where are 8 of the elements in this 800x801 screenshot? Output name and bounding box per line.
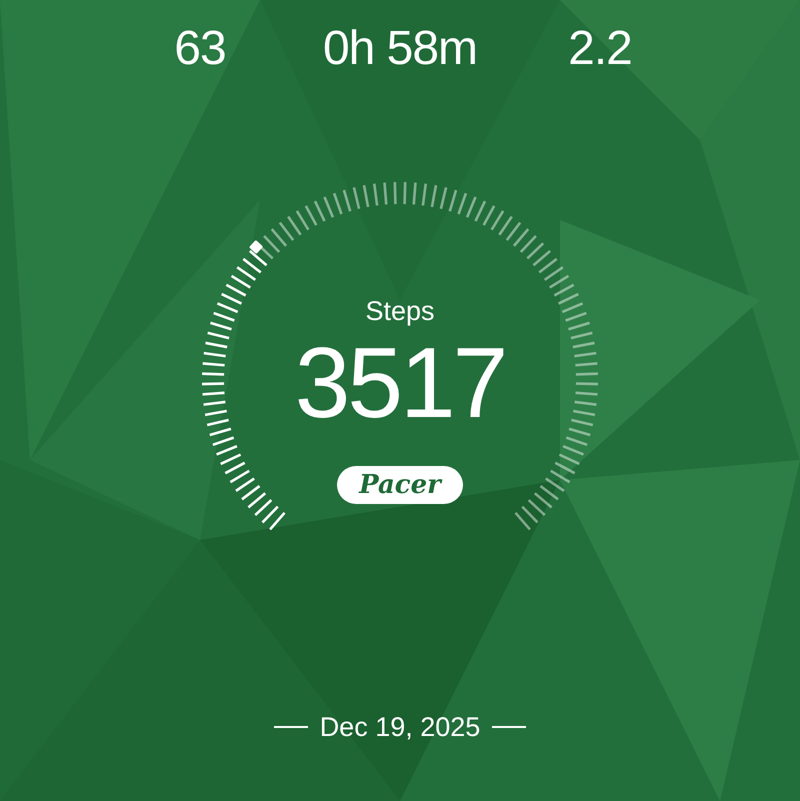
progress-marker — [248, 240, 264, 254]
steps-label: Steps — [365, 295, 435, 328]
stat-value: 63 — [174, 21, 226, 77]
steps-count: 3517 — [294, 328, 506, 438]
pacer-logo-badge: Pacer — [337, 466, 463, 504]
stat-value: 2.2 — [568, 21, 632, 77]
stat-value: 0h 58m — [322, 21, 478, 77]
date-label: Dec 19, 2025 — [320, 711, 480, 744]
